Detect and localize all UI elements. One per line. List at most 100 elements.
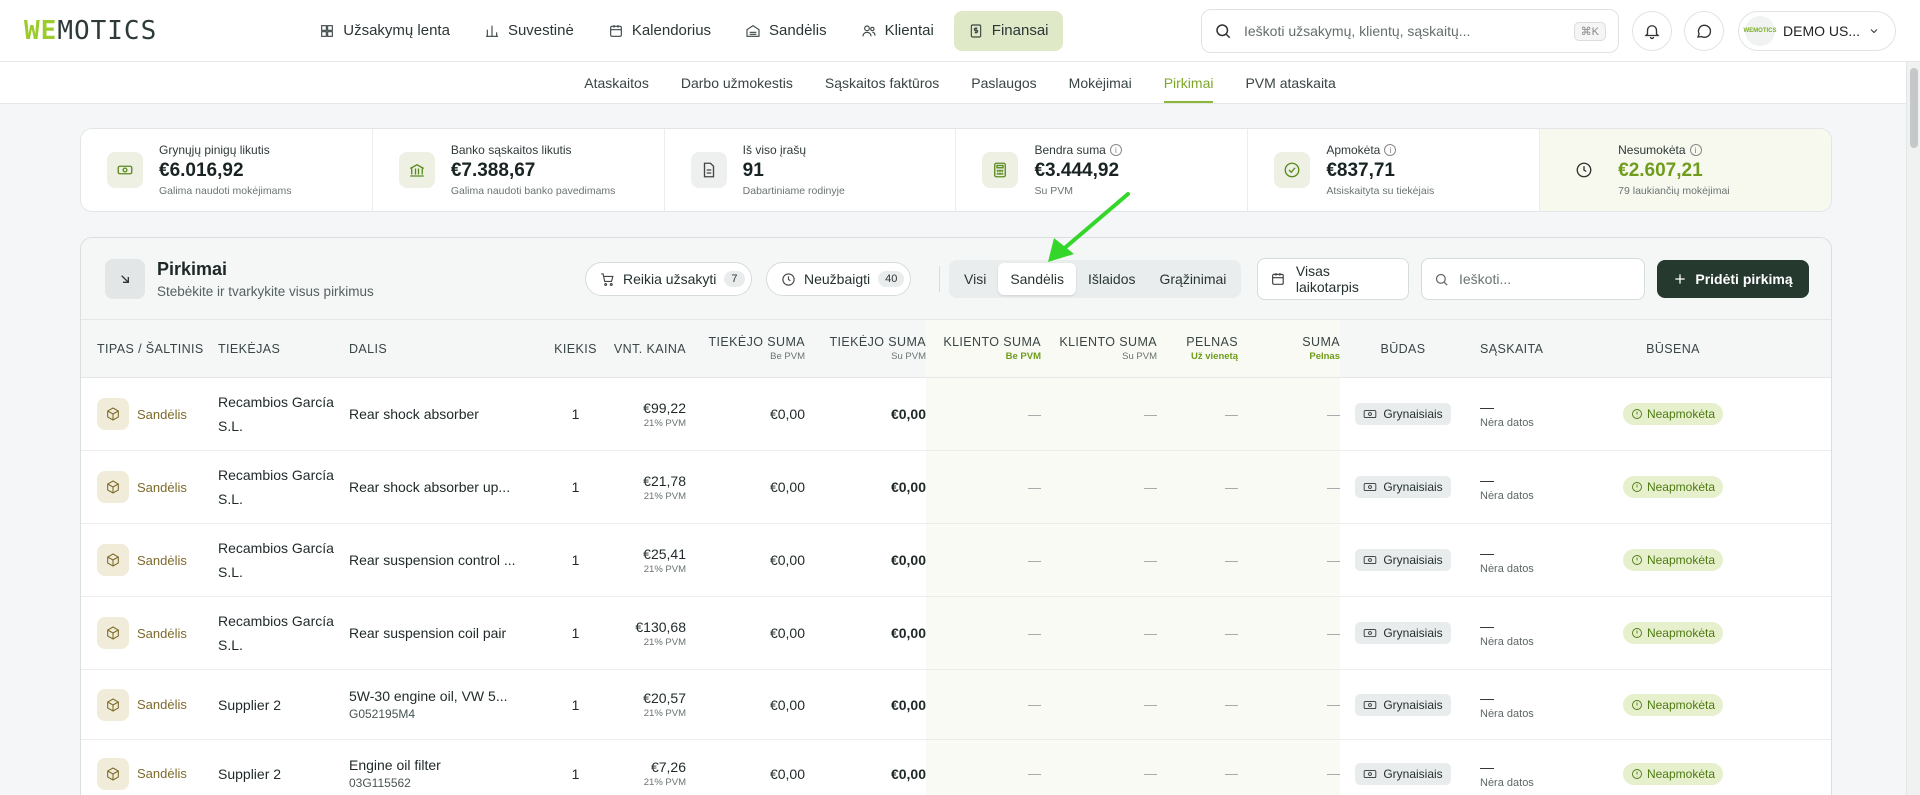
user-menu[interactable]: WEMOTICS DEMO US...: [1738, 11, 1896, 51]
column-header[interactable]: Vnt. kaina: [602, 320, 686, 377]
part-cell[interactable]: Engine oil filter: [349, 757, 534, 773]
table-row[interactable]: Sandėlis Supplier 2 Engine oil filter 03G…: [81, 740, 1831, 795]
filter-unfinished[interactable]: Neužbaigti 40: [766, 262, 912, 296]
calculator-icon: [994, 162, 1007, 178]
segment-3[interactable]: Grąžinimai: [1147, 263, 1238, 295]
subtab-3[interactable]: Paslaugos: [955, 62, 1052, 103]
bar-chart-icon: [485, 25, 498, 37]
column-header-sub: Be PVM: [1005, 351, 1041, 362]
stat-icon: [398, 152, 435, 188]
collapse-button[interactable]: [105, 258, 145, 299]
subtab-6[interactable]: PVM ataskaita: [1229, 62, 1351, 103]
subtab-5[interactable]: Pirkimai: [1148, 62, 1230, 103]
column-header[interactable]: Kiekis: [549, 320, 602, 377]
table-row[interactable]: Sandėlis Recambios García S.L. Rear susp…: [81, 597, 1831, 670]
subtab-4[interactable]: Mokėjimai: [1053, 62, 1148, 103]
column-header[interactable]: Tiekėjo suma Su PVM: [805, 320, 926, 377]
unit-price: €25,41: [643, 545, 686, 562]
profit-unit: —: [1225, 697, 1238, 712]
subtab-1[interactable]: Darbo užmokestis: [665, 62, 809, 103]
info-icon[interactable]: i: [1689, 144, 1702, 156]
column-header[interactable]: Pelnas Už vienetą: [1157, 320, 1238, 377]
source-cell: Sandėlis: [97, 398, 218, 430]
part-cell[interactable]: Rear shock absorber: [349, 406, 534, 422]
nav-item-3[interactable]: Sandėlis: [731, 11, 841, 51]
plus-icon: [1675, 274, 1686, 284]
panel-subtitle: Stebėkite ir tvarkykite visus pirkimus: [157, 283, 374, 299]
table-row[interactable]: Sandėlis Recambios García S.L. Rear susp…: [81, 524, 1831, 597]
info-icon[interactable]: i: [1384, 144, 1397, 156]
status-badge[interactable]: Neapmokėta: [1622, 476, 1724, 498]
nav-item-1[interactable]: Suvestinė: [470, 11, 588, 51]
payment-method-badge: Grynaisiais: [1355, 693, 1451, 716]
table-row[interactable]: Sandėlis Supplier 2 5W-30 engine oil, VW…: [81, 670, 1831, 740]
scrollbar-thumb[interactable]: [1910, 68, 1918, 148]
messages-button[interactable]: [1684, 11, 1724, 51]
stat-card: Grynųjų pinigų likutis €6.016,92 Galima …: [81, 129, 373, 211]
users-icon: [862, 24, 876, 36]
client-sum-inc: —: [1144, 697, 1157, 712]
alert-circle-icon: [1632, 768, 1642, 779]
segment-0[interactable]: Visi: [952, 263, 998, 295]
alert-circle-icon: [1632, 482, 1642, 492]
status-badge[interactable]: Neapmokėta: [1622, 693, 1724, 716]
nav-item-5[interactable]: Finansai: [953, 10, 1063, 51]
column-header[interactable]: Tiekėjo suma Be PVM: [686, 320, 805, 377]
column-header-sub: Pelnas: [1309, 351, 1340, 362]
payment-method-badge: Grynaisiais: [1355, 622, 1451, 644]
subtab-0[interactable]: Ataskaitos: [568, 62, 665, 103]
stat-label: Apmokėta i: [1326, 143, 1434, 157]
table-row[interactable]: Sandėlis Recambios García S.L. Rear shoc…: [81, 378, 1831, 451]
status-badge[interactable]: Neapmokėta: [1622, 622, 1724, 644]
part-cell[interactable]: Rear shock absorber up...: [349, 479, 534, 495]
nav-item-2[interactable]: Kalendorius: [594, 11, 725, 51]
stat-label: Grynųjų pinigų likutis: [159, 143, 270, 157]
client-sum-inc: —: [1144, 406, 1157, 422]
stats-bar: Grynųjų pinigų likutis €6.016,92 Galima …: [80, 128, 1832, 212]
nav-item-4[interactable]: Klientai: [847, 11, 948, 51]
invoice-note: Nėra datos: [1480, 563, 1534, 575]
column-header[interactable]: Tiekėjas: [218, 320, 349, 377]
column-header-label: Būsena: [1646, 341, 1700, 356]
part-cell[interactable]: 5W-30 engine oil, VW 5...: [349, 688, 534, 704]
column-header[interactable]: Kliento suma Su PVM: [1041, 320, 1157, 377]
global-search[interactable]: Ieškoti užsakymų, klientų, sąskaitų... ⌘…: [1201, 9, 1619, 53]
global-search-input[interactable]: Ieškoti užsakymų, klientų, sąskaitų...: [1244, 23, 1574, 39]
info-icon[interactable]: i: [1109, 144, 1122, 156]
add-purchase-button[interactable]: Pridėti pirkimą: [1657, 260, 1809, 298]
qty-cell: 1: [571, 479, 580, 495]
column-header[interactable]: Kliento suma Be PVM: [926, 320, 1041, 377]
nav-item-0[interactable]: Užsakymų lenta: [305, 11, 464, 51]
vat-label: 21% PVM: [643, 636, 686, 648]
panel-search-input[interactable]: Ieškoti...: [1421, 258, 1645, 300]
status-badge[interactable]: Neapmokėta: [1622, 403, 1724, 425]
finance-subnav: Ataskaitos Darbo užmokestis Sąskaitos fakt…: [0, 62, 1920, 104]
part-cell[interactable]: Rear suspension control ...: [349, 552, 534, 568]
box-icon: [97, 544, 129, 576]
table-row[interactable]: Sandėlis Recambios García S.L. Rear shoc…: [81, 451, 1831, 524]
date-range-button[interactable]: Visas laikotarpis: [1257, 258, 1409, 300]
chat-icon: [1696, 24, 1712, 38]
column-header[interactable]: Sąskaita: [1466, 320, 1601, 377]
stat-icon: [107, 152, 143, 188]
notifications-button[interactable]: [1632, 11, 1672, 51]
column-header[interactable]: Suma Pelnas: [1238, 320, 1340, 377]
vertical-scrollbar[interactable]: [1906, 62, 1920, 795]
filter-needs-order[interactable]: Reikia užsakyti 7: [585, 262, 752, 296]
column-header[interactable]: Būdas: [1340, 320, 1466, 377]
column-header-label: Tiekėjo suma: [708, 335, 805, 349]
subtab-2[interactable]: Sąskaitos faktūros: [809, 62, 955, 103]
status-badge[interactable]: Neapmokėta: [1622, 762, 1724, 785]
logo[interactable]: WE MOTICS: [24, 16, 157, 46]
column-header-sub: Su PVM: [1122, 351, 1157, 362]
payment-method-badge: Grynaisiais: [1355, 762, 1451, 785]
status-badge[interactable]: Neapmokėta: [1622, 549, 1724, 571]
part-cell[interactable]: Rear suspension coil pair: [349, 625, 534, 641]
search-icon: [1435, 273, 1448, 286]
count-badge: 40: [878, 271, 905, 287]
column-header[interactable]: Tipas / Šaltinis: [81, 320, 218, 377]
supplier-cell: Supplier 2: [218, 696, 282, 713]
column-header[interactable]: Dalis: [349, 320, 549, 377]
alert-circle-icon: [1632, 628, 1642, 638]
column-header[interactable]: Būsena: [1601, 320, 1745, 377]
